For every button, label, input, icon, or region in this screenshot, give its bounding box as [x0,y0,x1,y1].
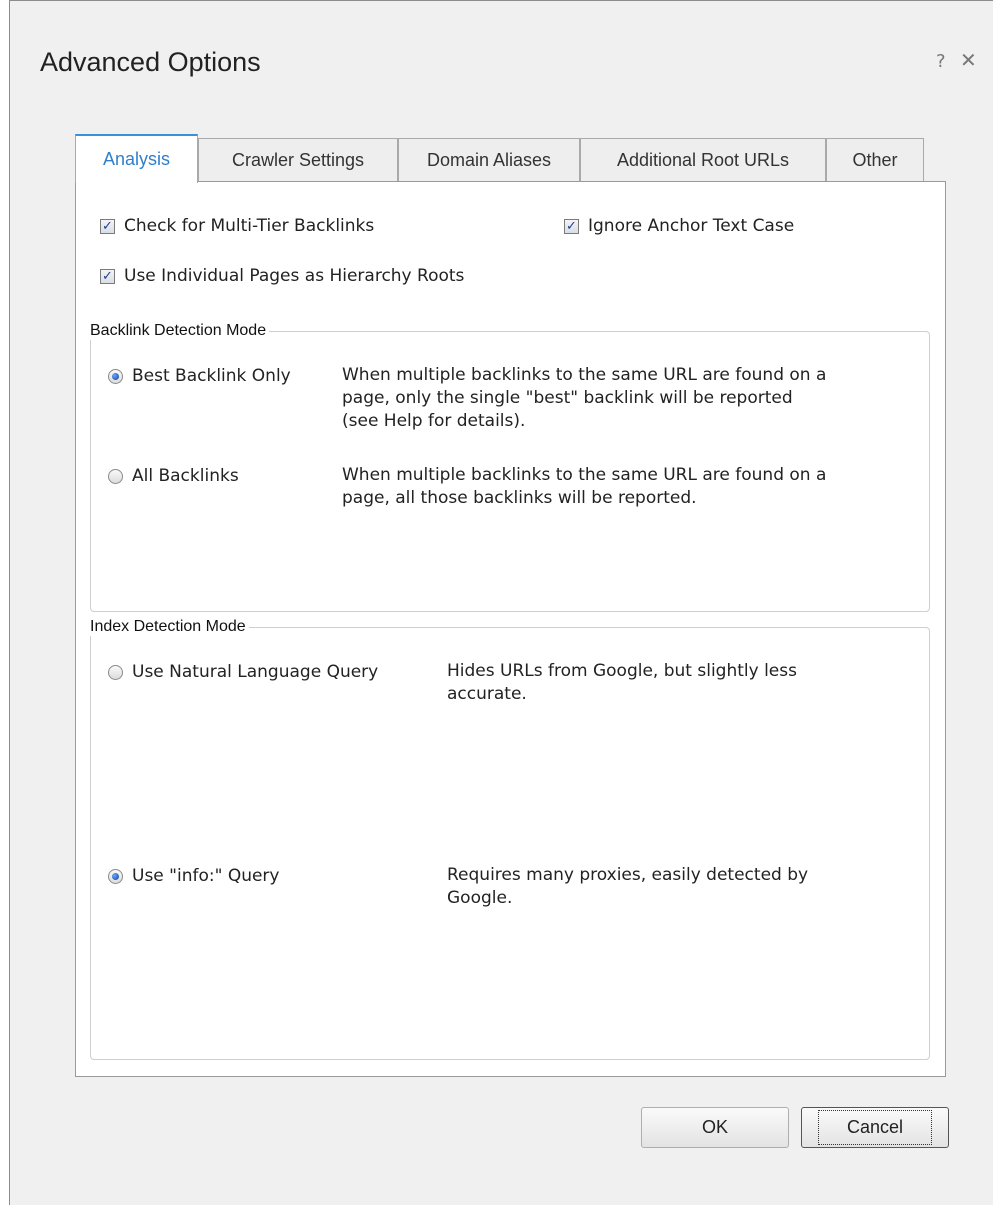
ignore-anchor-case-label: Ignore Anchor Text Case [588,216,795,236]
natural-language-label: Use Natural Language Query [132,662,379,682]
info-query-description: Requires many proxies, easily detected b… [447,865,809,908]
cancel-button[interactable]: Cancel [801,1107,949,1148]
analysis-panel: ✓ Check for Multi-Tier Backlinks ✓ Ignor… [75,181,946,1077]
radio-selected-icon [108,368,123,384]
tab-additional-root-urls[interactable]: Additional Root URLs [580,138,826,182]
natural-language-radio[interactable]: Use Natural Language Query [108,662,378,682]
radio-unselected-icon [108,664,123,680]
all-backlinks-radio[interactable]: All Backlinks [108,466,239,486]
ok-button[interactable]: OK [641,1107,789,1148]
tab-other[interactable]: Other [826,138,924,182]
tab-crawler-settings[interactable]: Crawler Settings [198,138,398,182]
help-icon[interactable]: ? [936,51,946,72]
dialog-title: Advanced Options [40,47,261,77]
close-icon[interactable]: ✕ [960,48,977,72]
multi-tier-label: Check for Multi-Tier Backlinks [124,216,375,236]
info-query-label: Use "info:" Query [132,866,280,886]
individual-pages-checkbox[interactable]: ✓ Use Individual Pages as Hierarchy Root… [100,266,464,286]
backlink-detection-legend: Backlink Detection Mode [90,322,267,339]
cancel-button-label: Cancel [817,1110,933,1145]
radio-selected-icon [108,868,123,884]
ignore-anchor-case-checkbox[interactable]: ✓ Ignore Anchor Text Case [564,216,794,236]
best-backlink-radio[interactable]: Best Backlink Only [108,366,291,386]
best-backlink-label: Best Backlink Only [132,366,291,386]
index-detection-legend: Index Detection Mode [90,618,246,635]
all-backlinks-label: All Backlinks [132,466,239,486]
checkbox-checked-icon: ✓ [100,268,115,284]
checkbox-checked-icon: ✓ [100,218,115,234]
tab-analysis[interactable]: Analysis [75,134,198,183]
radio-unselected-icon [108,468,123,484]
best-backlink-description: When multiple backlinks to the same URL … [342,365,827,431]
info-query-radio[interactable]: Use "info:" Query [108,866,279,886]
multi-tier-checkbox[interactable]: ✓ Check for Multi-Tier Backlinks [100,216,374,236]
checkbox-checked-icon: ✓ [564,218,579,234]
tab-domain-aliases[interactable]: Domain Aliases [398,138,580,182]
individual-pages-label: Use Individual Pages as Hierarchy Roots [124,266,465,286]
all-backlinks-description: When multiple backlinks to the same URL … [342,465,827,508]
natural-language-description: Hides URLs from Google, but slightly les… [447,661,797,704]
